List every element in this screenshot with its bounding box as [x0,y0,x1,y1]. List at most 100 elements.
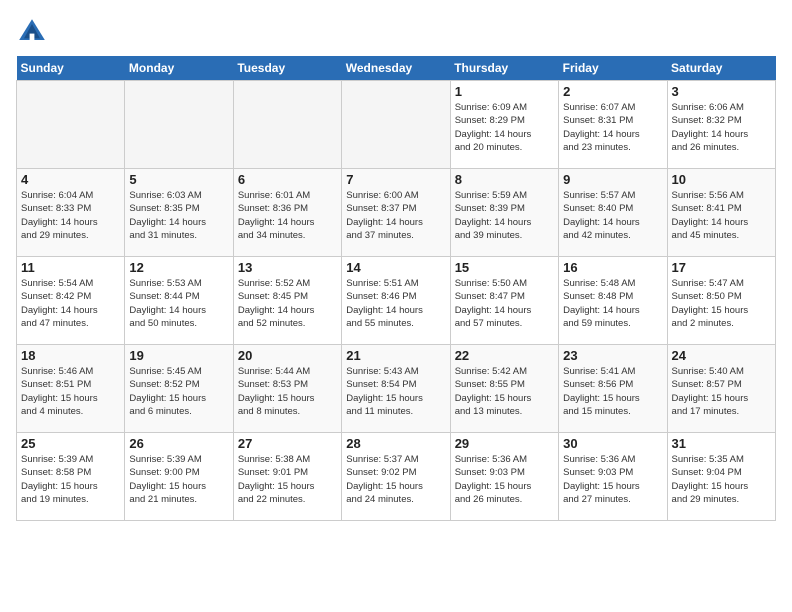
day-number: 12 [129,260,228,275]
day-cell: 19 Sunrise: 5:45 AMSunset: 8:52 PMDayligh… [125,345,233,433]
week-row-5: 25 Sunrise: 5:39 AMSunset: 8:58 PMDayligh… [17,433,776,521]
day-cell: 18 Sunrise: 5:46 AMSunset: 8:51 PMDayligh… [17,345,125,433]
day-number: 27 [238,436,337,451]
day-info: Sunrise: 5:40 AMSunset: 8:57 PMDaylight:… [672,365,771,418]
week-row-4: 18 Sunrise: 5:46 AMSunset: 8:51 PMDayligh… [17,345,776,433]
day-info: Sunrise: 5:51 AMSunset: 8:46 PMDaylight:… [346,277,445,330]
day-cell: 25 Sunrise: 5:39 AMSunset: 8:58 PMDayligh… [17,433,125,521]
day-info: Sunrise: 6:04 AMSunset: 8:33 PMDaylight:… [21,189,120,242]
day-cell: 29 Sunrise: 5:36 AMSunset: 9:03 PMDayligh… [450,433,558,521]
day-info: Sunrise: 6:07 AMSunset: 8:31 PMDaylight:… [563,101,662,154]
day-info: Sunrise: 5:44 AMSunset: 8:53 PMDaylight:… [238,365,337,418]
day-info: Sunrise: 6:01 AMSunset: 8:36 PMDaylight:… [238,189,337,242]
day-info: Sunrise: 5:39 AMSunset: 9:00 PMDaylight:… [129,453,228,506]
day-info: Sunrise: 6:03 AMSunset: 8:35 PMDaylight:… [129,189,228,242]
day-info: Sunrise: 5:35 AMSunset: 9:04 PMDaylight:… [672,453,771,506]
day-info: Sunrise: 5:50 AMSunset: 8:47 PMDaylight:… [455,277,554,330]
day-info: Sunrise: 5:52 AMSunset: 8:45 PMDaylight:… [238,277,337,330]
day-number: 11 [21,260,120,275]
day-cell [125,81,233,169]
day-cell: 9 Sunrise: 5:57 AMSunset: 8:40 PMDaylight… [559,169,667,257]
day-info: Sunrise: 5:56 AMSunset: 8:41 PMDaylight:… [672,189,771,242]
day-cell [342,81,450,169]
week-row-3: 11 Sunrise: 5:54 AMSunset: 8:42 PMDayligh… [17,257,776,345]
day-info: Sunrise: 5:59 AMSunset: 8:39 PMDaylight:… [455,189,554,242]
day-info: Sunrise: 5:39 AMSunset: 8:58 PMDaylight:… [21,453,120,506]
day-info: Sunrise: 5:57 AMSunset: 8:40 PMDaylight:… [563,189,662,242]
day-number: 25 [21,436,120,451]
logo [16,16,52,48]
day-number: 23 [563,348,662,363]
day-cell: 26 Sunrise: 5:39 AMSunset: 9:00 PMDayligh… [125,433,233,521]
day-number: 20 [238,348,337,363]
week-row-1: 1Sunrise: 6:09 AMSunset: 8:29 PMDaylight… [17,81,776,169]
day-cell: 8 Sunrise: 5:59 AMSunset: 8:39 PMDaylight… [450,169,558,257]
day-cell: 10Sunrise: 5:56 AMSunset: 8:41 PMDayligh… [667,169,775,257]
day-cell: 27 Sunrise: 5:38 AMSunset: 9:01 PMDayligh… [233,433,341,521]
day-info: Sunrise: 5:41 AMSunset: 8:56 PMDaylight:… [563,365,662,418]
day-cell: 23 Sunrise: 5:41 AMSunset: 8:56 PMDayligh… [559,345,667,433]
day-info: Sunrise: 5:46 AMSunset: 8:51 PMDaylight:… [21,365,120,418]
day-cell: 6 Sunrise: 6:01 AMSunset: 8:36 PMDaylight… [233,169,341,257]
day-cell: 13 Sunrise: 5:52 AMSunset: 8:45 PMDayligh… [233,257,341,345]
day-cell: 16 Sunrise: 5:48 AMSunset: 8:48 PMDayligh… [559,257,667,345]
day-cell: 15 Sunrise: 5:50 AMSunset: 8:47 PMDayligh… [450,257,558,345]
day-number: 22 [455,348,554,363]
day-number: 28 [346,436,445,451]
day-info: Sunrise: 5:38 AMSunset: 9:01 PMDaylight:… [238,453,337,506]
day-cell: 12 Sunrise: 5:53 AMSunset: 8:44 PMDayligh… [125,257,233,345]
day-cell: 2 Sunrise: 6:07 AMSunset: 8:31 PMDaylight… [559,81,667,169]
day-info: Sunrise: 5:43 AMSunset: 8:54 PMDaylight:… [346,365,445,418]
day-info: Sunrise: 6:06 AMSunset: 8:32 PMDaylight:… [672,101,771,154]
day-cell [233,81,341,169]
day-number: 14 [346,260,445,275]
day-number: 16 [563,260,662,275]
day-cell: 20 Sunrise: 5:44 AMSunset: 8:53 PMDayligh… [233,345,341,433]
day-number: 26 [129,436,228,451]
day-cell: 30 Sunrise: 5:36 AMSunset: 9:03 PMDayligh… [559,433,667,521]
day-number: 17 [672,260,771,275]
day-info: Sunrise: 5:53 AMSunset: 8:44 PMDaylight:… [129,277,228,330]
header-wednesday: Wednesday [342,56,450,81]
day-info: Sunrise: 5:36 AMSunset: 9:03 PMDaylight:… [455,453,554,506]
day-info: Sunrise: 5:48 AMSunset: 8:48 PMDaylight:… [563,277,662,330]
day-cell: 22Sunrise: 5:42 AMSunset: 8:55 PMDayligh… [450,345,558,433]
day-cell: 28 Sunrise: 5:37 AMSunset: 9:02 PMDayligh… [342,433,450,521]
day-number: 5 [129,172,228,187]
day-cell: 5 Sunrise: 6:03 AMSunset: 8:35 PMDaylight… [125,169,233,257]
day-info: Sunrise: 6:00 AMSunset: 8:37 PMDaylight:… [346,189,445,242]
week-row-2: 4Sunrise: 6:04 AMSunset: 8:33 PMDaylight… [17,169,776,257]
day-cell: 14 Sunrise: 5:51 AMSunset: 8:46 PMDayligh… [342,257,450,345]
day-info: Sunrise: 5:45 AMSunset: 8:52 PMDaylight:… [129,365,228,418]
day-number: 9 [563,172,662,187]
day-info: Sunrise: 5:47 AMSunset: 8:50 PMDaylight:… [672,277,771,330]
day-number: 13 [238,260,337,275]
day-cell: 1Sunrise: 6:09 AMSunset: 8:29 PMDaylight… [450,81,558,169]
calendar-table: SundayMondayTuesdayWednesdayThursdayFrid… [16,56,776,521]
day-number: 7 [346,172,445,187]
header-friday: Friday [559,56,667,81]
day-cell: 24 Sunrise: 5:40 AMSunset: 8:57 PMDayligh… [667,345,775,433]
header-tuesday: Tuesday [233,56,341,81]
day-info: Sunrise: 5:54 AMSunset: 8:42 PMDaylight:… [21,277,120,330]
day-info: Sunrise: 5:36 AMSunset: 9:03 PMDaylight:… [563,453,662,506]
header [16,16,776,48]
day-cell: 21Sunrise: 5:43 AMSunset: 8:54 PMDayligh… [342,345,450,433]
day-number: 6 [238,172,337,187]
day-number: 29 [455,436,554,451]
day-cell [17,81,125,169]
calendar-header-row: SundayMondayTuesdayWednesdayThursdayFrid… [17,56,776,81]
day-number: 31 [672,436,771,451]
day-cell: 7 Sunrise: 6:00 AMSunset: 8:37 PMDaylight… [342,169,450,257]
logo-icon [16,16,48,48]
day-number: 18 [21,348,120,363]
day-number: 19 [129,348,228,363]
day-info: Sunrise: 5:37 AMSunset: 9:02 PMDaylight:… [346,453,445,506]
day-number: 24 [672,348,771,363]
header-thursday: Thursday [450,56,558,81]
day-number: 30 [563,436,662,451]
day-number: 2 [563,84,662,99]
day-number: 15 [455,260,554,275]
day-number: 8 [455,172,554,187]
day-info: Sunrise: 6:09 AMSunset: 8:29 PMDaylight:… [455,101,554,154]
